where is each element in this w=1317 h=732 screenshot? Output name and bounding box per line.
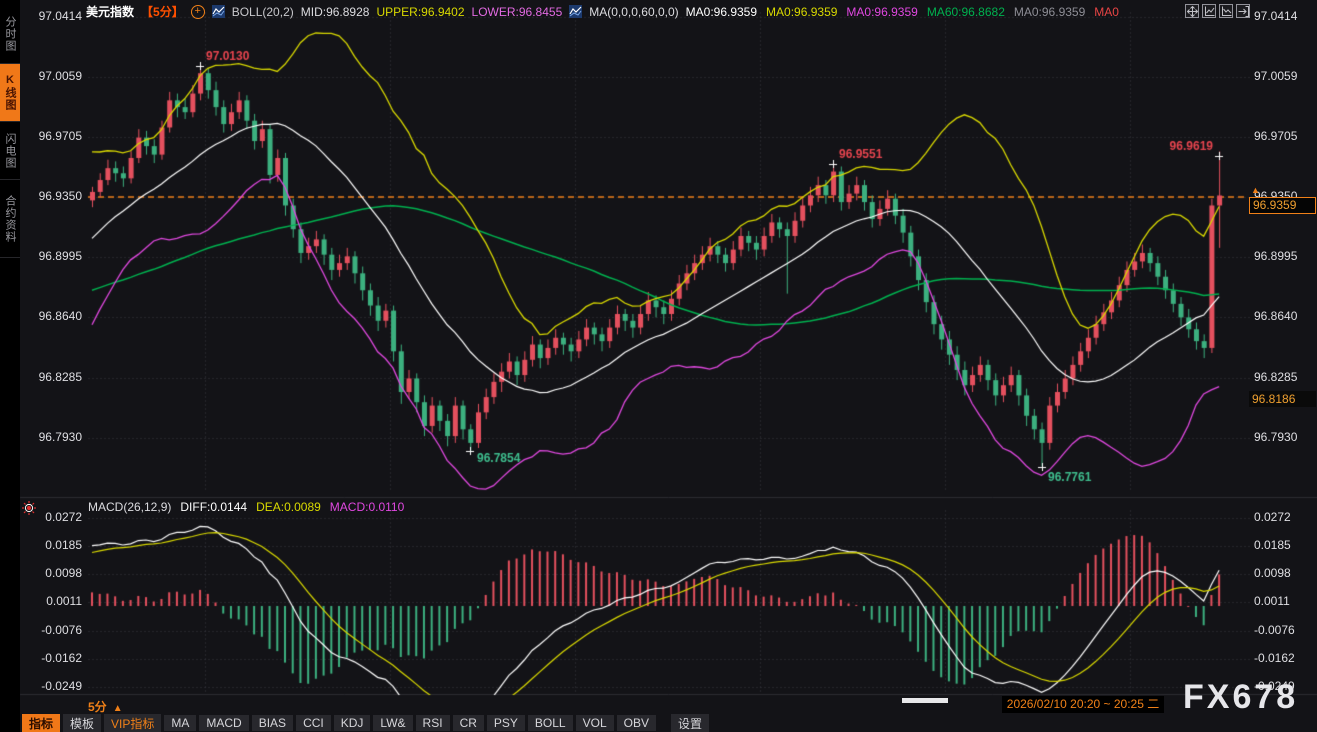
boll-label: BOLL(20,2) — [232, 5, 294, 19]
sidebar-item-2[interactable]: 闪电图 — [0, 122, 20, 180]
sidebar: 分时图K线图闪电图合约资料 — [0, 0, 20, 732]
y-axis-label: 96.9350 — [20, 189, 82, 203]
y-axis-label: 97.0059 — [1254, 69, 1316, 83]
y-axis-label: 0.0098 — [1254, 566, 1316, 580]
y-axis-label: 96.7930 — [1254, 430, 1316, 444]
current-price-marker-icon: ▲ — [1251, 185, 1260, 195]
tab-OBV[interactable]: OBV — [617, 715, 656, 731]
period-arrow-icon: ▲ — [113, 703, 123, 714]
y-axis-label: 96.8640 — [20, 309, 82, 323]
y-axis-label: 96.8285 — [1254, 370, 1316, 384]
period-selector[interactable]: 5分 ▲ — [88, 698, 123, 715]
tab-指标[interactable]: 指标 — [22, 714, 60, 732]
y-axis-label: -0.0249 — [20, 679, 82, 693]
y-axis-label: 96.8640 — [1254, 309, 1316, 323]
y-axis-label: 96.8995 — [1254, 249, 1316, 263]
tab-VOL[interactable]: VOL — [576, 715, 614, 731]
chart-app: 分时图K线图闪电图合约资料 美元指数 【5分】 + BOLL(20,2) MID… — [0, 0, 1317, 732]
y-axis-label: 0.0185 — [20, 538, 82, 552]
move-tool-icon[interactable] — [1185, 4, 1199, 18]
ma-value-5: MA0 — [1094, 5, 1119, 19]
tab-MACD[interactable]: MACD — [199, 715, 248, 731]
scale-left-chart-icon[interactable] — [1202, 4, 1216, 18]
macd-macd-value: MACD:0.0110 — [330, 500, 404, 514]
macd-dea-value: DEA:0.0089 — [256, 500, 321, 514]
y-axis-label: 97.0414 — [1254, 9, 1316, 23]
fx678-watermark: FX678 — [1183, 678, 1298, 717]
y-axis-label: -0.0076 — [20, 623, 82, 637]
y-axis-label: -0.0162 — [1254, 651, 1316, 665]
secondary-price-tag: 96.8186 — [1249, 391, 1316, 407]
macd-params-label: MACD(26,12,9) — [88, 500, 171, 514]
y-axis-label: 0.0011 — [20, 594, 82, 608]
tab-设置[interactable]: 设置 — [671, 714, 709, 732]
tab-BOLL[interactable]: BOLL — [528, 715, 573, 731]
sidebar-item-1[interactable]: K线图 — [0, 64, 20, 122]
ma-params-label: MA(0,0,0,60,0,0) — [589, 5, 678, 19]
window-controls — [1185, 4, 1250, 18]
tab-VIP指标[interactable]: VIP指标 — [104, 714, 161, 732]
period-tag[interactable]: 【5分】 — [141, 3, 184, 20]
chart-header: 美元指数 【5分】 + BOLL(20,2) MID:96.8928 UPPER… — [86, 4, 1119, 19]
tab-BIAS[interactable]: BIAS — [252, 715, 293, 731]
ma-value-2: MA0:96.9359 — [846, 5, 917, 19]
tab-模板[interactable]: 模板 — [63, 714, 101, 732]
ma-value-1: MA0:96.9359 — [766, 5, 837, 19]
ma-values: MA0:96.9359 MA0:96.9359 MA0:96.9359 MA60:96… — [686, 5, 1119, 19]
ma-value-4: MA0:96.9359 — [1014, 5, 1085, 19]
y-axis-label: 0.0185 — [1254, 538, 1316, 552]
add-indicator-icon[interactable]: + — [191, 5, 205, 19]
ma-value-3: MA60:96.8682 — [927, 5, 1005, 19]
y-axis-label: 0.0098 — [20, 566, 82, 580]
macd-diff-value: DIFF:0.0144 — [180, 500, 247, 514]
tab-LW&[interactable]: LW& — [373, 715, 412, 731]
horizontal-scrollbar-thumb[interactable] — [902, 698, 948, 703]
macd-indicator-icon[interactable] — [21, 500, 37, 521]
period-label: 5分 — [88, 700, 107, 714]
tab-CCI[interactable]: CCI — [296, 715, 331, 731]
y-axis-label: -0.0076 — [1254, 623, 1316, 637]
y-axis-label: 0.0011 — [1254, 594, 1316, 608]
exit-panel-icon[interactable] — [1236, 4, 1250, 18]
bar-time-range: 2026/02/10 20:20 ~ 20:25 二 — [1002, 696, 1164, 713]
sidebar-item-0[interactable]: 分时图 — [0, 4, 20, 64]
boll-mini-chart-icon[interactable] — [212, 5, 225, 18]
y-axis-label: 0.0272 — [1254, 510, 1316, 524]
boll-upper-value: UPPER:96.9402 — [376, 5, 464, 19]
symbol-name: 美元指数 — [86, 3, 134, 20]
y-axis-label: 96.8285 — [20, 370, 82, 384]
candlestick-chart-canvas[interactable] — [0, 0, 1317, 732]
y-axis-label: 96.7930 — [20, 430, 82, 444]
sidebar-item-3[interactable]: 合约资料 — [0, 180, 20, 258]
y-axis-label: 97.0059 — [20, 69, 82, 83]
y-axis-label: 96.8995 — [20, 249, 82, 263]
y-axis-label: 96.9705 — [1254, 129, 1316, 143]
indicator-tabbar: 指标模板VIP指标MAMACDBIASCCIKDJLW&RSICRPSYBOLL… — [20, 714, 1317, 732]
y-axis-label: -0.0162 — [20, 651, 82, 665]
y-axis-label: 96.9705 — [20, 129, 82, 143]
ma-value-0: MA0:96.9359 — [686, 5, 757, 19]
boll-lower-value: LOWER:96.8455 — [472, 5, 563, 19]
tab-MA[interactable]: MA — [164, 715, 196, 731]
tab-KDJ[interactable]: KDJ — [334, 715, 371, 731]
tab-CR[interactable]: CR — [453, 715, 484, 731]
macd-header: MACD(26,12,9) DIFF:0.0144 DEA:0.0089 MAC… — [88, 500, 404, 514]
boll-mid-value: MID:96.8928 — [301, 5, 370, 19]
scale-right-chart-icon[interactable] — [1219, 4, 1233, 18]
tab-PSY[interactable]: PSY — [487, 715, 525, 731]
ma-mini-chart-icon[interactable] — [569, 5, 582, 18]
y-axis-label: 97.0414 — [20, 9, 82, 23]
current-price-tag: 96.9359 — [1249, 197, 1316, 214]
tab-RSI[interactable]: RSI — [416, 715, 450, 731]
